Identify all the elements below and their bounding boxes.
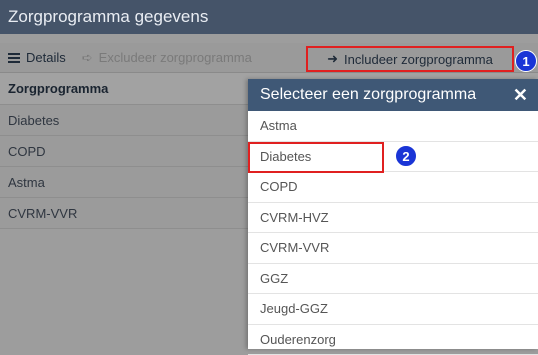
dialog-option[interactable]: Jeugd-GGZ	[248, 294, 538, 325]
sign-out-icon: ➪	[82, 50, 93, 66]
list-icon	[8, 53, 20, 63]
window-title: Zorgprogramma gegevens	[0, 0, 538, 34]
step-badge-1: 1	[515, 50, 537, 72]
include-program-button[interactable]: ➜ Includeer zorgprogramma	[306, 46, 514, 72]
exclude-program-button[interactable]: ➪ Excludeer zorgprogramma	[74, 43, 260, 73]
dialog-title: Selecteer een zorgprogramma	[260, 86, 476, 104]
close-icon[interactable]: ✕	[513, 85, 528, 106]
dialog-header: Selecteer een zorgprogramma ✕	[248, 79, 538, 111]
details-label: Details	[26, 50, 66, 65]
dialog-option[interactable]: GGZ	[248, 264, 538, 295]
dialog-option-diabetes[interactable]: Diabetes	[248, 142, 538, 173]
details-button[interactable]: Details	[0, 43, 74, 73]
dialog-option[interactable]: COPD	[248, 172, 538, 203]
dialog-option[interactable]: Astma	[248, 111, 538, 142]
exclude-label: Excludeer zorgprogramma	[99, 50, 252, 65]
sign-in-icon: ➜	[327, 51, 338, 67]
dialog-option[interactable]: CVRM-VVR	[248, 233, 538, 264]
include-label: Includeer zorgprogramma	[344, 52, 493, 67]
dialog-option[interactable]: Ouderenzorg	[248, 325, 538, 355]
step-badge-2: 2	[395, 145, 417, 167]
dialog-option[interactable]: CVRM-HVZ	[248, 203, 538, 234]
select-program-dialog: Selecteer een zorgprogramma ✕ Astma Diab…	[248, 79, 538, 349]
